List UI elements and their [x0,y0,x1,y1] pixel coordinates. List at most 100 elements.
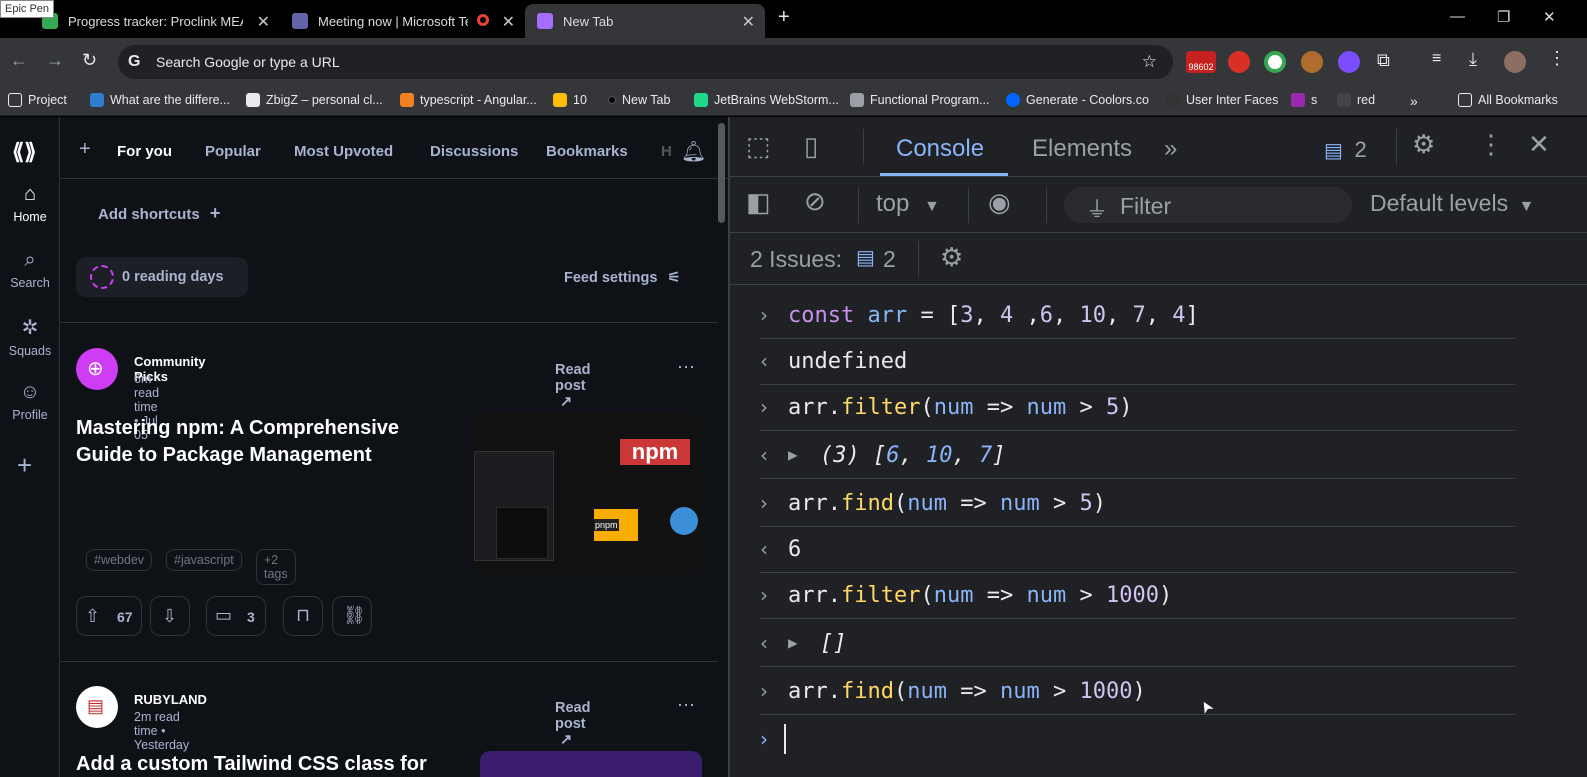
daily-dev-logo-icon[interactable]: ⟪⟫ [12,139,36,165]
read-post-button[interactable]: Read post ↗ [555,362,590,410]
device-toolbar-icon[interactable]: ▯ [804,131,818,162]
bookmark-item[interactable]: 10 [553,93,587,107]
close-tab-icon[interactable]: ✕ [257,12,270,32]
eye-icon[interactable]: ◉ [988,187,1011,218]
bookmark-project[interactable]: Project [8,93,67,107]
bookmark-item[interactable]: Functional Program... [850,93,990,107]
inspect-element-icon[interactable]: ⬚ [746,131,771,162]
close-tab-icon[interactable]: ✕ [502,12,515,32]
settings-gear-icon[interactable]: ⚙ [1412,129,1435,160]
expand-triangle-icon[interactable]: ▶ [788,633,798,652]
console-output-line[interactable]: ‹ undefined [760,339,1515,385]
close-tab-icon[interactable]: ✕ [742,12,755,32]
sidebar-toggle-icon[interactable]: ◧ [746,187,771,218]
extension-icon[interactable] [1228,51,1250,73]
tab-history[interactable]: H [661,143,672,160]
bookmark-item[interactable]: What are the differe... [90,93,230,107]
cookie-extension-icon[interactable] [1301,51,1323,73]
tab-bookmarks[interactable]: Bookmarks [546,143,628,160]
tab-console[interactable]: Console [896,135,984,163]
more-options-icon[interactable]: ⋯ [677,695,696,716]
back-icon[interactable]: ← [10,50,28,71]
bookmark-button[interactable]: ⊓ [283,596,323,636]
upvote-button[interactable]: ⇧ 67 [76,596,142,636]
post-tag[interactable]: +2 tags [256,549,296,585]
tab-new-tab[interactable]: New Tab ✕ [525,4,765,38]
bookmark-item[interactable]: Generate - Coolors.co [1006,93,1149,107]
console-input-line[interactable]: › arr.filter(num => num > 5) [760,385,1515,431]
reading-streak[interactable]: 0 reading days [76,257,248,297]
comments-button[interactable]: ▭ 3 [206,596,266,636]
add-icon[interactable]: + [17,450,32,481]
tab-progress-tracker[interactable]: Progress tracker: Proclink MEAN ✕ [30,4,280,38]
issues-button[interactable]: ▤ 2 [1324,137,1367,163]
console-output-line[interactable]: ‹ 6 [760,527,1515,573]
nav-squads[interactable]: ✲ Squads [0,315,60,358]
read-post-button[interactable]: Read post ↗ [555,700,590,748]
extension-icon[interactable] [1264,51,1286,73]
tab-discussions[interactable]: Discussions [430,143,518,160]
console-output-line[interactable]: ‹ ▶ [] [760,621,1515,667]
expand-triangle-icon[interactable]: ▶ [788,445,798,464]
tab-most-upvoted[interactable]: Most Upvoted [294,143,393,160]
console-input-line[interactable]: › arr.find(num => num > 5) [760,481,1515,527]
console-output-line[interactable]: ‹ ▶ (3) [6, 10, 7] [760,433,1515,479]
add-feed-icon[interactable]: + [79,138,91,161]
download-icon[interactable]: ⤓ [1469,49,1477,70]
bookmark-star-icon[interactable]: ☆ [1142,52,1157,72]
context-selector[interactable]: top ▼ [876,190,940,218]
console-input-line[interactable]: › arr.find(num => num > 1000) [760,669,1515,715]
forward-icon[interactable]: → [46,50,64,71]
post-thumbnail[interactable]: npm pnpm [470,411,702,575]
close-devtools-icon[interactable]: ✕ [1528,129,1550,160]
log-levels-dropdown[interactable]: Default levels ▼ [1370,190,1534,217]
bookmark-item[interactable]: JetBrains WebStorm... [694,93,839,107]
bookmark-item[interactable]: New Tab [608,93,670,107]
more-bookmarks-icon[interactable]: » [1410,93,1418,109]
reload-icon[interactable]: ↻ [82,50,97,71]
copy-link-button[interactable]: ⛓ [332,596,372,636]
more-options-icon[interactable]: ⋯ [677,357,696,378]
clear-console-icon[interactable]: ⊘ [804,186,826,217]
console-prompt[interactable]: › [760,717,1515,763]
extension-badge-icon[interactable]: 98602 [1186,51,1216,73]
post-tag[interactable]: #webdev [86,549,153,571]
post-thumbnail[interactable] [480,751,702,777]
new-tab-icon[interactable]: + [778,6,790,29]
nav-home[interactable]: ⌂ Home [0,183,60,224]
omnibox[interactable]: G ☆ [118,45,1173,79]
tab-elements[interactable]: Elements [1032,135,1132,163]
downvote-button[interactable]: ⇩ [150,596,190,636]
tab-popular[interactable]: Popular [205,143,261,160]
minimize-icon[interactable]: — [1450,8,1465,25]
all-bookmarks[interactable]: All Bookmarks [1458,93,1558,107]
omnibox-input[interactable] [156,54,1056,70]
more-options-icon[interactable]: ⋮ [1478,129,1504,160]
bookmark-item[interactable]: typescript - Angular... [400,93,537,107]
avatar[interactable] [1504,51,1526,73]
nav-profile[interactable]: ☺ Profile [0,381,60,422]
bookmark-item[interactable]: s [1291,93,1317,107]
close-window-icon[interactable]: ✕ [1543,8,1556,26]
console-input-line[interactable]: › const arr = [3, 4 ,6, 10, 7, 4] [760,293,1515,339]
browser-menu-icon[interactable]: ⋮ [1548,48,1566,69]
console-input-line[interactable]: › arr.filter(num => num > 1000) [760,573,1515,619]
bookmark-item[interactable]: User Inter Faces [1166,93,1278,107]
tab-teams-meeting[interactable]: Meeting now | Microsoft Teams ✕ [280,4,525,38]
tab-for-you[interactable]: For you [117,143,172,160]
filter-input[interactable]: ⏚ Filter [1064,187,1352,223]
nav-search[interactable]: ⌕ Search [0,249,60,290]
extension-icon[interactable] [1338,51,1360,73]
extensions-puzzle-icon[interactable]: ⧉ [1377,50,1390,71]
media-control-icon[interactable]: ≡ [1432,50,1441,68]
add-shortcuts-button[interactable]: Add shortcuts + [98,203,220,224]
feed-settings-button[interactable]: Feed settings ⚟ [564,270,681,286]
more-tabs-icon[interactable]: » [1164,135,1177,163]
page-scrollbar[interactable] [718,123,725,223]
issues-settings-gear-icon[interactable]: ⚙ [940,242,963,273]
issues-bar[interactable]: 2 Issues: ▤ 2 ⚙ [730,233,1587,285]
bookmark-item[interactable]: ZbigZ – personal cl... [246,93,383,107]
post-tag[interactable]: #javascript [166,549,242,571]
bell-icon[interactable]: 🔔︎ [681,139,706,164]
bookmark-item[interactable]: red [1337,93,1375,107]
